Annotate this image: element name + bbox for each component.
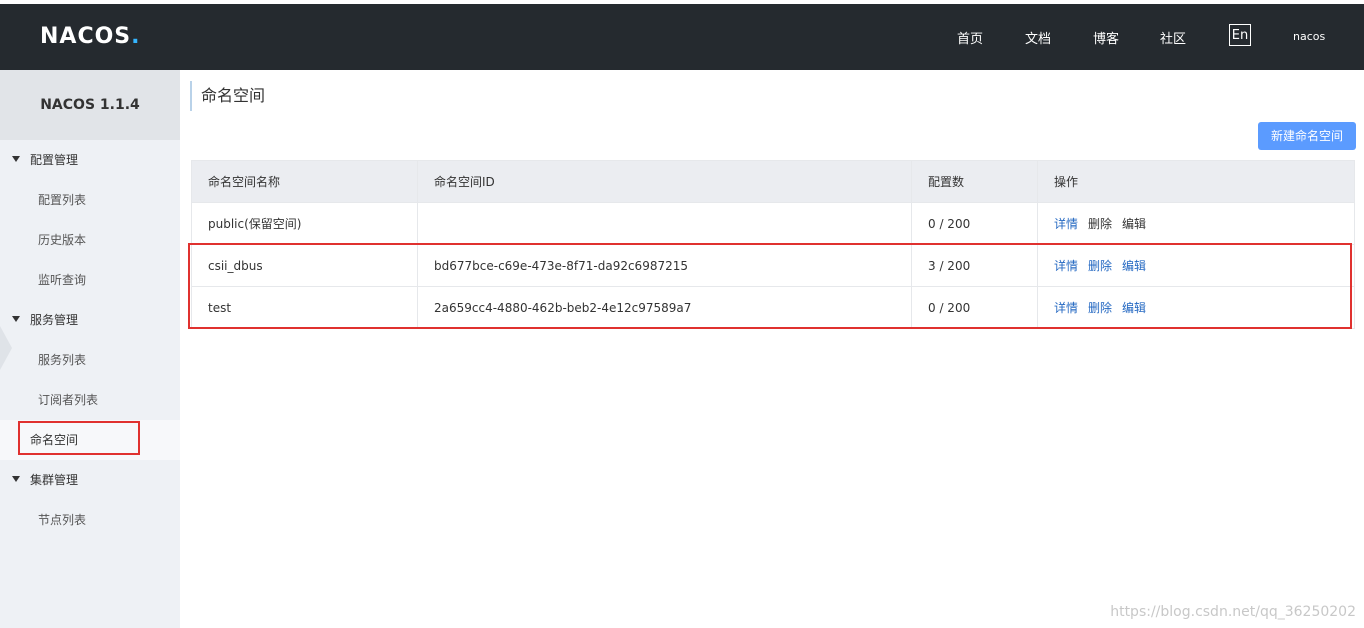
page-title: 命名空间 bbox=[190, 81, 265, 111]
cell-count: 0 / 200 bbox=[911, 202, 1038, 245]
sidebar-collapse-handle[interactable] bbox=[0, 326, 12, 370]
header-count: 配置数 bbox=[911, 160, 1038, 203]
sidebar-item-node-list[interactable]: 节点列表 bbox=[0, 500, 180, 540]
sidebar-item-config-list[interactable]: 配置列表 bbox=[0, 180, 180, 220]
sidebar-version-title: NACOS 1.1.4 bbox=[0, 70, 180, 140]
user-menu[interactable]: nacos bbox=[1293, 30, 1325, 43]
detail-link[interactable]: 详情 bbox=[1054, 259, 1078, 273]
delete-link[interactable]: 删除 bbox=[1088, 301, 1112, 315]
sidebar-group-config[interactable]: 配置管理 bbox=[0, 140, 180, 180]
cell-name: public(保留空间) bbox=[191, 202, 418, 245]
edit-link[interactable]: 编辑 bbox=[1122, 217, 1146, 231]
nav-home[interactable]: 首页 bbox=[957, 28, 983, 47]
caret-down-icon bbox=[12, 316, 20, 322]
cell-ops: 详情 删除 编辑 bbox=[1037, 244, 1355, 287]
top-navbar: NACOS. 首页 文档 博客 社区 En nacos bbox=[0, 4, 1364, 70]
sidebar-item-history[interactable]: 历史版本 bbox=[0, 220, 180, 260]
sidebar-item-service-list[interactable]: 服务列表 bbox=[0, 340, 180, 380]
table-row: csii_dbus bd677bce-c69e-473e-8f71-da92c6… bbox=[191, 244, 1355, 287]
watermark: https://blog.csdn.net/qq_36250202 bbox=[1110, 604, 1356, 620]
caret-down-icon bbox=[12, 476, 20, 482]
namespace-table: 命名空间名称 命名空间ID 配置数 操作 public(保留空间) 0 / 20… bbox=[191, 160, 1355, 329]
sidebar-group-service[interactable]: 服务管理 bbox=[0, 300, 180, 340]
edit-link[interactable]: 编辑 bbox=[1122, 301, 1146, 315]
cell-ops: 详情 删除 编辑 bbox=[1037, 286, 1355, 329]
table-header-row: 命名空间名称 命名空间ID 配置数 操作 bbox=[191, 160, 1355, 203]
cell-id: 2a659cc4-4880-462b-beb2-4e12c97589a7 bbox=[417, 286, 912, 329]
detail-link[interactable]: 详情 bbox=[1054, 217, 1078, 231]
nacos-logo[interactable]: NACOS. bbox=[40, 24, 141, 49]
nav-docs[interactable]: 文档 bbox=[1025, 28, 1051, 47]
sidebar-group-cluster[interactable]: 集群管理 bbox=[0, 460, 180, 500]
caret-down-icon bbox=[12, 156, 20, 162]
sidebar: NACOS 1.1.4 配置管理 配置列表 历史版本 监听查询 服务管理 服务列… bbox=[0, 70, 180, 628]
detail-link[interactable]: 详情 bbox=[1054, 301, 1078, 315]
edit-link[interactable]: 编辑 bbox=[1122, 259, 1146, 273]
cell-name: test bbox=[191, 286, 418, 329]
language-switch-button[interactable]: En bbox=[1229, 24, 1251, 46]
cell-ops: 详情 删除 编辑 bbox=[1037, 202, 1355, 245]
table-row: public(保留空间) 0 / 200 详情 删除 编辑 bbox=[191, 202, 1355, 245]
sidebar-item-subscriber-list[interactable]: 订阅者列表 bbox=[0, 380, 180, 420]
delete-link[interactable]: 删除 bbox=[1088, 259, 1112, 273]
cell-name: csii_dbus bbox=[191, 244, 418, 287]
header-id: 命名空间ID bbox=[417, 160, 912, 203]
table-row: test 2a659cc4-4880-462b-beb2-4e12c97589a… bbox=[191, 286, 1355, 329]
cell-id bbox=[417, 202, 912, 245]
cell-count: 0 / 200 bbox=[911, 286, 1038, 329]
new-namespace-button[interactable]: 新建命名空间 bbox=[1258, 122, 1356, 150]
sidebar-item-namespace[interactable]: 命名空间 bbox=[0, 420, 180, 460]
header-name: 命名空间名称 bbox=[191, 160, 418, 203]
header-ops: 操作 bbox=[1037, 160, 1355, 203]
sidebar-item-listener-query[interactable]: 监听查询 bbox=[0, 260, 180, 300]
delete-link[interactable]: 删除 bbox=[1088, 217, 1112, 231]
cell-id: bd677bce-c69e-473e-8f71-da92c6987215 bbox=[417, 244, 912, 287]
cell-count: 3 / 200 bbox=[911, 244, 1038, 287]
nav-community[interactable]: 社区 bbox=[1160, 28, 1186, 47]
nav-blog[interactable]: 博客 bbox=[1093, 28, 1119, 47]
